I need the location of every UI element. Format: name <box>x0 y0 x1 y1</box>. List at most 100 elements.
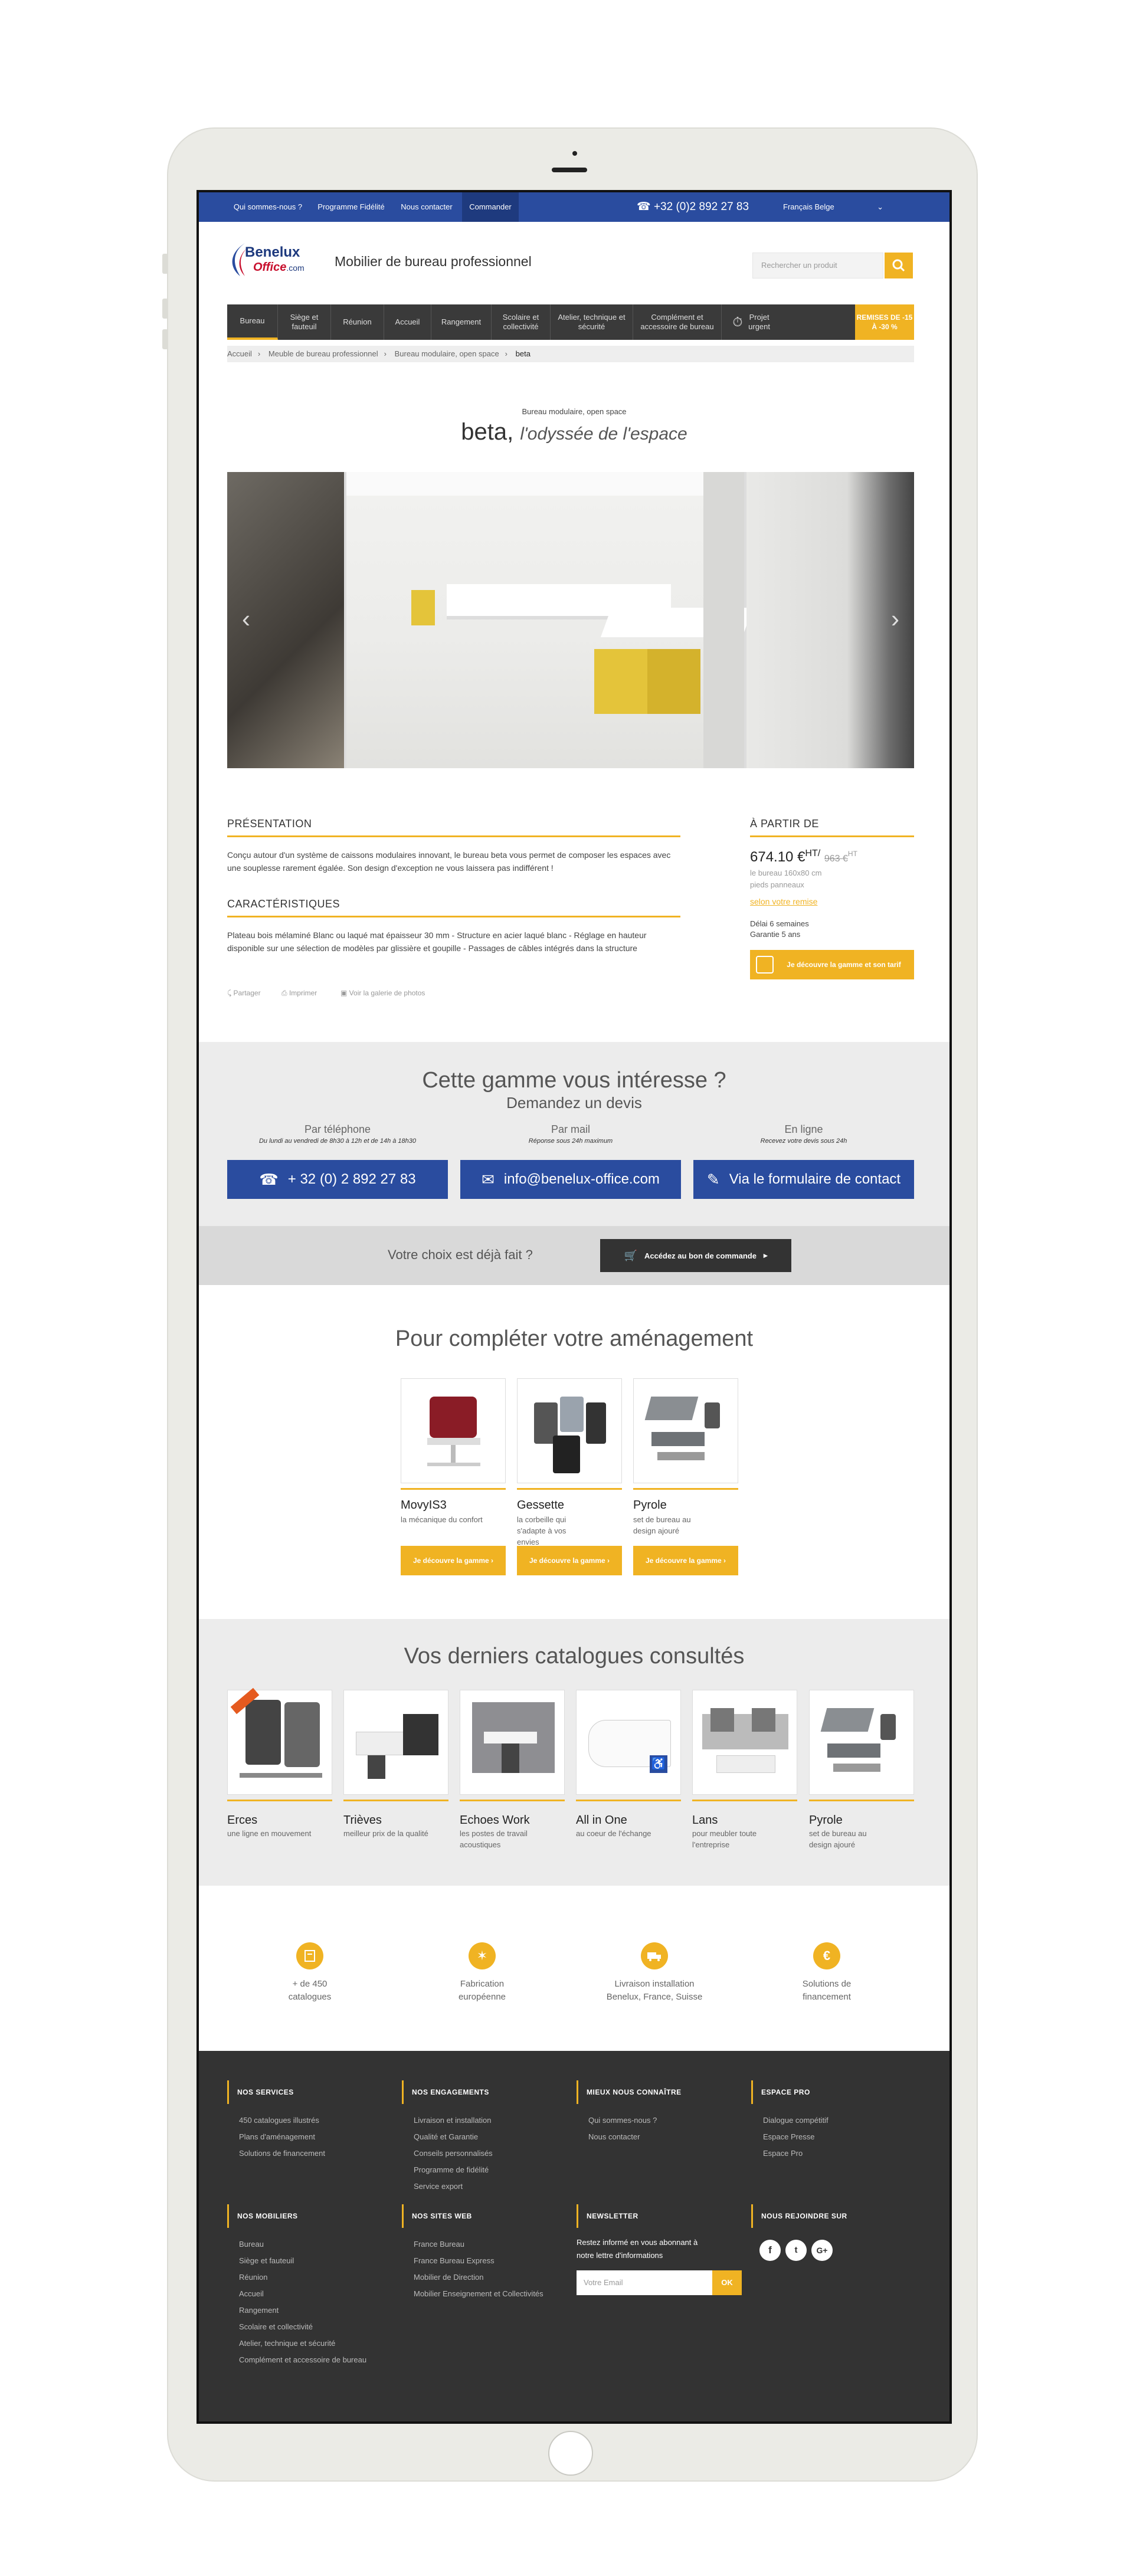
footer-heading-sites: NOS SITES WEB <box>402 2204 472 2228</box>
share-link[interactable]: ⤹ Partager <box>227 989 261 998</box>
footer-link[interactable]: France Bureau Express <box>414 2253 495 2269</box>
topbar-link-about[interactable]: Qui sommes-nous ? <box>228 192 307 222</box>
footer-link[interactable]: France Bureau <box>414 2236 464 2253</box>
footer-link[interactable]: Solutions de financement <box>239 2145 325 2162</box>
nav-item-accueil[interactable]: Accueil <box>384 304 431 340</box>
nav-item-reunion[interactable]: Réunion <box>331 304 384 340</box>
twitter-icon[interactable]: t <box>785 2240 807 2261</box>
search-input[interactable]: Rechercher un produit <box>752 253 883 278</box>
nav-item-bureau[interactable]: Bureau <box>227 304 278 340</box>
footer-heading-services: NOS SERVICES <box>227 2080 294 2104</box>
bin-shape <box>553 1436 580 1473</box>
footer-link[interactable]: Programme de fidélité <box>414 2162 489 2178</box>
newsletter-text: Restez informé en vous abonnant à <box>577 2238 698 2247</box>
volume-button <box>162 299 168 319</box>
tray-shape <box>827 1743 880 1758</box>
discover-product-button[interactable]: Je découvre la gamme › <box>517 1546 622 1575</box>
footer-link[interactable]: Espace Pro <box>763 2145 803 2162</box>
footer-link[interactable]: Scolaire et collectivité <box>239 2319 313 2335</box>
newsletter-submit-button[interactable]: OK <box>712 2270 742 2295</box>
carousel-next-button[interactable]: › <box>888 605 902 632</box>
product-desc: la corbeille qui s'adapte à vos envies <box>517 1515 566 1546</box>
feature-catalogues: + de 450 catalogues <box>251 1942 369 2004</box>
tray-shape <box>644 1397 699 1420</box>
topbar-phone[interactable]: ☎ +32 (0)2 892 27 83 <box>637 192 749 222</box>
catalogue-image: ♿ <box>576 1690 681 1795</box>
nav-item-projet-urgent[interactable]: ⏱ Projet urgent <box>722 304 783 340</box>
topbar-link-contact[interactable]: Nous contacter <box>395 192 459 222</box>
footer-link[interactable]: Service export <box>414 2178 463 2195</box>
footer-link[interactable]: Atelier, technique et sécurité <box>239 2335 335 2352</box>
nav-item-complement[interactable]: Complément et accessoire de bureau <box>633 304 722 340</box>
footer-link[interactable]: Siège et fauteuil <box>239 2253 294 2269</box>
gallery-link[interactable]: ▣ Voir la galerie de photos <box>340 989 425 997</box>
footer-link[interactable]: Mobilier de Direction <box>414 2269 484 2286</box>
speaker <box>552 168 587 172</box>
footer-link[interactable]: Mobilier Enseignement et Collectivités <box>414 2286 543 2302</box>
discover-range-button[interactable]: Je découvre la gamme et son tarif <box>750 950 914 979</box>
price-ht: HT/ <box>805 848 821 858</box>
logo[interactable]: Benelux Office.com <box>227 240 310 281</box>
footer-link[interactable]: Dialogue compétitif <box>763 2112 829 2129</box>
carousel-slide-active <box>346 472 754 768</box>
footer-link[interactable]: Qui sommes-nous ? <box>588 2112 657 2129</box>
footer-link[interactable]: Nous contacter <box>588 2129 640 2145</box>
feature-line: européenne <box>458 1992 506 2002</box>
language-select[interactable]: Français Belge ⌄ <box>777 198 895 216</box>
feature-fabrication: ✶ Fabrication européenne <box>423 1942 541 2004</box>
footer-link[interactable]: Plans d'aménagement <box>239 2129 315 2145</box>
desk-shape <box>716 1755 775 1773</box>
image-carousel[interactable]: ‹ › <box>227 472 914 768</box>
discover-product-button[interactable]: Je découvre la gamme › <box>633 1546 738 1575</box>
google-plus-icon[interactable]: G+ <box>811 2240 833 2261</box>
feature-line: catalogues <box>288 1992 332 2002</box>
ceiling <box>346 472 744 496</box>
nav-item-rangement[interactable]: Rangement <box>431 304 492 340</box>
order-form-button[interactable]: 🛒 Accédez au bon de commande ▸ <box>600 1239 791 1272</box>
footer-link[interactable]: 450 catalogues illustrés <box>239 2112 319 2129</box>
home-button[interactable] <box>548 2431 593 2476</box>
breadcrumb-item[interactable]: Bureau modulaire, open space <box>395 349 499 358</box>
footer-link[interactable]: Réunion <box>239 2269 267 2286</box>
topbar-link-order[interactable]: Commander <box>462 192 519 222</box>
footer-link[interactable]: Qualité et Garantie <box>414 2129 478 2145</box>
catalogue-desc: meilleur prix de la qualité <box>343 1829 428 1838</box>
cart-icon: 🛒 <box>624 1249 637 1261</box>
yellow-chair-shape <box>647 649 700 714</box>
form-quote-button[interactable]: ✎ Via le formulaire de contact <box>693 1160 914 1199</box>
footer-link[interactable]: Accueil <box>239 2286 264 2302</box>
phone-quote-button[interactable]: ☎ + 32 (0) 2 892 27 83 <box>227 1160 448 1199</box>
breadcrumb-item[interactable]: Accueil <box>227 349 252 358</box>
facebook-icon[interactable]: f <box>759 2240 781 2261</box>
promo-badge[interactable]: REMISES DE -15 À -30 % <box>855 304 914 340</box>
discover-range-label: Je découvre la gamme et son tarif <box>787 961 901 969</box>
catalogue-image <box>227 1687 332 1795</box>
search-button[interactable] <box>885 253 913 278</box>
footer-link[interactable]: Rangement <box>239 2302 279 2319</box>
product-desc: set de bureau au design ajouré <box>633 1515 691 1535</box>
screen-shape <box>752 1708 775 1732</box>
mail-quote-button[interactable]: ✉ info@benelux-office.com <box>460 1160 681 1199</box>
footer-link[interactable]: Conseils personnalisés <box>414 2145 493 2162</box>
presentation-title: PRÉSENTATION <box>227 818 312 830</box>
accessibility-icon: ♿ <box>650 1755 667 1773</box>
newsletter-email-input[interactable]: Votre Email <box>577 2270 712 2295</box>
print-link[interactable]: ⎙ Imprimer <box>281 989 317 998</box>
chair-shape <box>368 1755 385 1779</box>
catalogue-image <box>460 1690 565 1795</box>
footer-link[interactable]: Espace Presse <box>763 2129 814 2145</box>
remise-link[interactable]: selon votre remise <box>750 897 817 906</box>
nav-item-siege[interactable]: Siège et fauteuil <box>278 304 331 340</box>
footer-link[interactable]: Bureau <box>239 2236 264 2253</box>
footer-link[interactable]: Complément et accessoire de bureau <box>239 2352 366 2368</box>
topbar-link-fidelity[interactable]: Programme Fidélité <box>311 192 391 222</box>
star-icon: ✶ <box>469 1942 496 1969</box>
discover-product-button[interactable]: Je découvre la gamme › <box>401 1546 506 1575</box>
carousel-prev-button[interactable]: ‹ <box>239 605 253 632</box>
stopwatch-icon: ⏱ <box>732 314 743 329</box>
nav-item-scolaire[interactable]: Scolaire et collectivité <box>492 304 551 340</box>
nav-item-atelier[interactable]: Atelier, technique et sécurité <box>551 304 633 340</box>
card-divider <box>576 1800 681 1801</box>
breadcrumb-item[interactable]: Meuble de bureau professionnel <box>268 349 378 358</box>
footer-link[interactable]: Livraison et installation <box>414 2112 492 2129</box>
